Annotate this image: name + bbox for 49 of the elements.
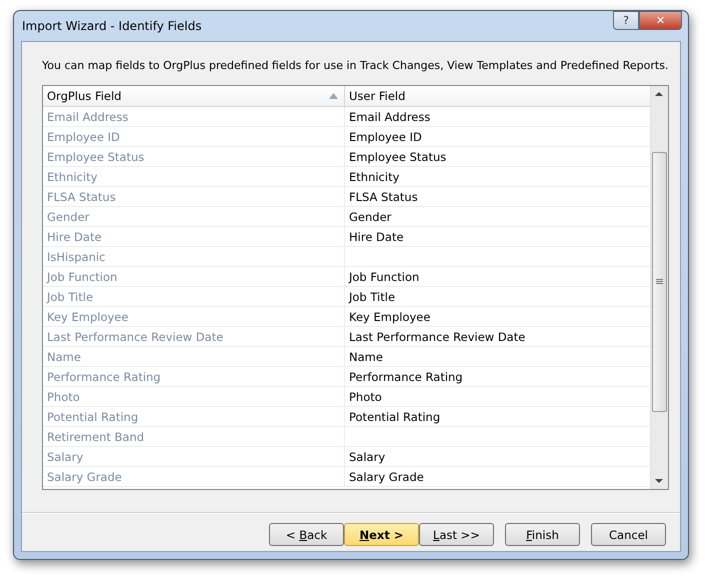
- table-cell: Last Performance Review Date: [43, 327, 345, 346]
- table-cell[interactable]: Gender: [345, 207, 650, 226]
- table-cell[interactable]: Name: [345, 347, 650, 366]
- table-cell: Salary: [43, 447, 345, 466]
- table-cell: Salary Grade: [43, 467, 345, 486]
- table-cell[interactable]: Employee ID: [345, 127, 650, 146]
- table-cell[interactable]: Email Address: [345, 107, 650, 126]
- table-cell[interactable]: Employee Status: [345, 147, 650, 166]
- table-cell[interactable]: Hire Date: [345, 227, 650, 246]
- description-text: You can map fields to OrgPlus predefined fields for use in Track Changes, View Templates and Predefined Reports.: [42, 59, 670, 72]
- column-header[interactable]: User Field: [345, 86, 650, 106]
- table-cell: FLSA Status: [43, 187, 345, 206]
- cancel-button[interactable]: Cancel: [591, 523, 666, 546]
- column-header[interactable]: OrgPlus Field: [43, 86, 345, 106]
- table-cell[interactable]: Salary: [345, 447, 650, 466]
- table-cell: Photo: [43, 387, 345, 406]
- table-cell[interactable]: Salary Grade: [345, 467, 650, 486]
- table-cell: Employee ID: [43, 127, 345, 146]
- scrollbar[interactable]: [650, 86, 668, 489]
- table-cell[interactable]: Photo: [345, 387, 650, 406]
- table-cell: Email Address: [43, 107, 345, 126]
- wizard-button[interactable]: Next >: [344, 523, 419, 546]
- wizard-button[interactable]: < Back: [269, 523, 344, 546]
- table-cell: Job Function: [43, 267, 345, 286]
- table-cell: Potential Rating: [43, 407, 345, 426]
- table-cell: Job Title: [43, 287, 345, 306]
- table-cell: Gender: [43, 207, 345, 226]
- table-cell[interactable]: FLSA Status: [345, 187, 650, 206]
- table-cell: Retirement Band: [43, 427, 345, 446]
- window-title: Import Wizard - Identify Fields: [22, 19, 202, 33]
- wizard-button[interactable]: Last >>: [419, 523, 494, 546]
- table-cell: Performance Rating: [43, 367, 345, 386]
- table-cell: Hire Date: [43, 227, 345, 246]
- table-cell: Employee Status: [43, 147, 345, 166]
- table-cell[interactable]: Job Title: [345, 287, 650, 306]
- scroll-thumb[interactable]: [652, 152, 667, 412]
- table-cell: Key Employee: [43, 307, 345, 326]
- table-cell[interactable]: Ethnicity: [345, 167, 650, 186]
- table-cell[interactable]: Last Performance Review Date: [345, 327, 650, 346]
- table-cell: IsHispanic: [43, 247, 345, 266]
- table-cell: Ethnicity: [43, 167, 345, 186]
- table-cell[interactable]: Potential Rating: [345, 407, 650, 426]
- help-button[interactable]: ?: [613, 11, 639, 30]
- table-cell[interactable]: Job Function: [345, 267, 650, 286]
- table-cell[interactable]: Performance Rating: [345, 367, 650, 386]
- table-cell: Name: [43, 347, 345, 366]
- wizard-button[interactable]: Finish: [505, 523, 580, 546]
- grip-icon: [656, 279, 663, 285]
- table-cell[interactable]: Key Employee: [345, 307, 650, 326]
